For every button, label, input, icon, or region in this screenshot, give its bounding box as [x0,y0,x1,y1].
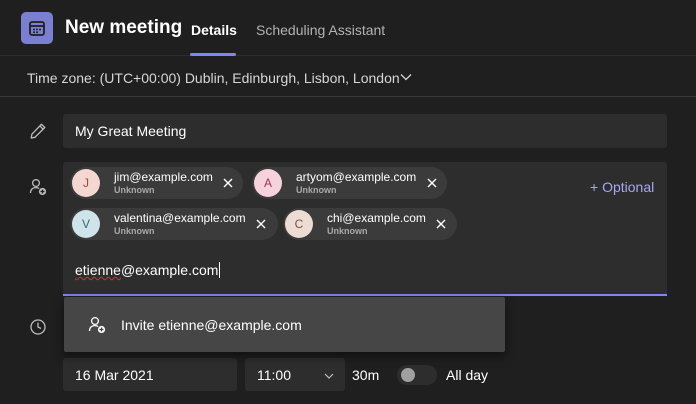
attendee-chip: J jim@example.com Unknown [70,167,243,199]
timezone-label: Time zone: (UTC+00:00) Dublin, Edinburgh… [27,70,400,86]
start-date-value: 16 Mar 2021 [75,367,154,383]
start-date-picker[interactable]: 16 Mar 2021 [63,358,237,391]
chevron-down-icon [324,373,334,379]
toggle-knob [401,368,415,382]
close-icon[interactable] [426,177,438,189]
attendee-status: Unknown [327,226,368,236]
timezone-selector[interactable]: Time zone: (UTC+00:00) Dublin, Edinburgh… [0,57,696,97]
close-icon[interactable] [435,218,447,230]
new-meeting-window: New meeting Details Scheduling Assistant… [0,0,696,404]
attendee-status: Unknown [114,185,155,195]
close-icon[interactable] [255,218,267,230]
attendee-email: artyom@example.com [296,170,417,184]
page-title: New meeting [65,17,183,38]
add-person-icon [29,178,47,196]
meeting-header: New meeting Details Scheduling Assistant [0,0,696,56]
tab-scheduling-assistant[interactable]: Scheduling Assistant [256,22,385,38]
attendee-chip: V valentina@example.com Unknown [70,208,278,240]
start-time-value: 11:00 [257,367,291,383]
invite-suggestion-label: Invite etienne@example.com [121,317,302,333]
meeting-title-value: My Great Meeting [75,123,187,139]
attendees-input[interactable]: J jim@example.com Unknown A artyom@examp… [63,162,667,296]
avatar: J [72,169,100,197]
calendar-icon [21,12,53,44]
attendee-status: Unknown [114,226,155,236]
active-tab-indicator [190,53,236,56]
misspelled-word: etienne [75,262,121,278]
invite-suggestion-item[interactable]: Invite etienne@example.com [64,297,505,352]
attendee-email: jim@example.com [114,170,213,184]
text-caret [219,262,221,278]
avatar: V [72,210,100,238]
tab-details[interactable]: Details [191,22,237,38]
add-person-icon [88,316,106,334]
typed-remainder: @example.com [120,262,219,278]
attendee-email: chi@example.com [327,211,426,225]
start-time-picker[interactable]: 11:00 [245,358,345,391]
meeting-title-input[interactable]: My Great Meeting [63,114,667,148]
attendee-email: valentina@example.com [114,211,246,225]
pencil-icon [30,123,46,139]
attendee-chip: C chi@example.com Unknown [283,208,457,240]
chevron-down-icon [400,74,412,81]
all-day-toggle[interactable] [397,365,437,385]
avatar: A [254,169,282,197]
duration-label: 30m [352,367,380,383]
avatar: C [285,210,313,238]
attendee-status: Unknown [296,185,337,195]
clock-icon [30,319,46,335]
add-optional-button[interactable]: + Optional [590,179,654,195]
close-icon[interactable] [222,177,234,189]
attendee-chip: A artyom@example.com Unknown [252,167,447,199]
attendee-typed-text[interactable]: etienne@example.com [75,262,221,278]
all-day-label: All day [446,367,489,383]
